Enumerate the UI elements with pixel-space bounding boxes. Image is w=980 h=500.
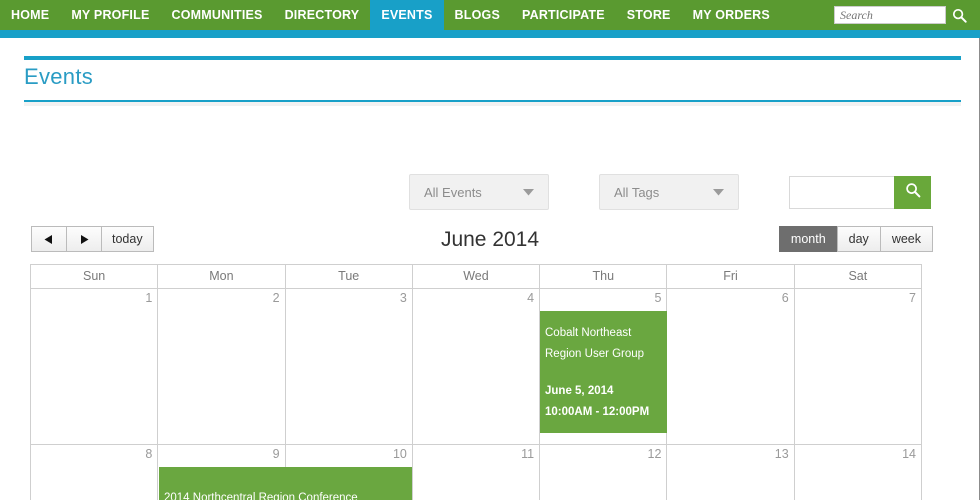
- top-navigation-bar: HOME MY PROFILE COMMUNITIES DIRECTORY EV…: [0, 0, 980, 30]
- event-search-button[interactable]: [894, 176, 931, 209]
- calendar-grid: Sun Mon Tue Wed Thu Fri Sat 1 2 3 4 5 6 …: [30, 264, 922, 500]
- day-number: 1: [145, 291, 153, 305]
- weekday-header-wed: Wed: [411, 265, 539, 288]
- weekday-header-thu: Thu: [539, 265, 666, 288]
- event-type-dropdown-label: All Events: [424, 184, 482, 200]
- calendar-event[interactable]: Cobalt Northeast Region User Group June …: [540, 311, 667, 433]
- weekday-header-mon: Mon: [157, 265, 284, 288]
- day-number: 13: [774, 447, 789, 461]
- day-number: 14: [902, 447, 916, 461]
- page-title: Events: [24, 64, 94, 89]
- calendar-day-cell[interactable]: 13: [666, 445, 793, 500]
- global-search: [834, 0, 972, 30]
- calendar-day-cell[interactable]: 8: [31, 445, 157, 500]
- calendar-day-cell[interactable]: 14: [793, 445, 921, 500]
- event-search-input[interactable]: [789, 176, 894, 209]
- event-search: [789, 176, 931, 209]
- calendar-week-row: 8 9 10 11 12 13 14 2014 Northcentral Reg…: [31, 445, 921, 500]
- view-button-month[interactable]: month: [778, 226, 838, 252]
- nav-item-directory[interactable]: DIRECTORY: [274, 0, 371, 30]
- view-button-week[interactable]: week: [879, 226, 933, 252]
- calendar-weekday-header: Sun Mon Tue Wed Thu Fri Sat: [31, 265, 921, 289]
- chevron-down-icon: [713, 188, 738, 196]
- nav-item-events[interactable]: EVENTS: [370, 0, 444, 30]
- day-number: 5: [654, 291, 662, 305]
- tags-dropdown[interactable]: All Tags: [599, 174, 739, 210]
- weekday-header-sat: Sat: [793, 265, 921, 288]
- day-number: 8: [145, 447, 153, 461]
- weekday-header-sun: Sun: [83, 269, 106, 283]
- calendar-day-cell[interactable]: 12: [539, 445, 666, 500]
- weekday-header-fri: Fri: [666, 265, 793, 288]
- nav-item-store[interactable]: STORE: [616, 0, 682, 30]
- calendar-week-row: 1 2 3 4 5 6 7 Cobalt Northeast Region Us…: [31, 289, 921, 445]
- nav-accent-strip: [0, 30, 980, 38]
- nav-item-blogs[interactable]: BLOGS: [444, 0, 511, 30]
- day-number: 3: [399, 291, 407, 305]
- title-rule-top: [24, 56, 961, 60]
- nav-item-communities[interactable]: COMMUNITIES: [160, 0, 273, 30]
- weekday-header-tue: Tue: [284, 265, 412, 288]
- calendar-day-cell[interactable]: 3: [284, 289, 412, 444]
- title-shadow: [24, 102, 961, 106]
- search-icon[interactable]: [946, 4, 972, 26]
- search-icon: [905, 182, 921, 203]
- day-number: 2: [272, 291, 280, 305]
- event-type-dropdown[interactable]: All Events: [409, 174, 549, 210]
- view-button-day[interactable]: day: [836, 226, 881, 252]
- calendar-event-time: June 5, 2014 10:00AM - 12:00PM: [545, 385, 650, 418]
- day-number: 12: [647, 447, 662, 461]
- calendar-day-cell[interactable]: 1: [31, 289, 157, 444]
- day-number: 9: [272, 447, 280, 461]
- calendar-day-cell[interactable]: 6: [666, 289, 793, 444]
- calendar-day-cell[interactable]: 2: [157, 289, 284, 444]
- calendar-view-switcher: month day week: [778, 226, 933, 252]
- day-number: 6: [781, 291, 789, 305]
- calendar-event-title: Cobalt Northeast Region User Group: [545, 327, 645, 360]
- tags-dropdown-label: All Tags: [614, 184, 660, 200]
- day-number: 7: [909, 291, 916, 305]
- day-number: 4: [527, 291, 535, 305]
- nav-item-my-orders[interactable]: MY ORDERS: [682, 0, 781, 30]
- nav-item-participate[interactable]: PARTICIPATE: [511, 0, 616, 30]
- calendar-event-title: 2014 Northcentral Region Conference: [164, 491, 358, 500]
- calendar-day-cell[interactable]: 11: [411, 445, 539, 500]
- nav-item-home[interactable]: HOME: [0, 0, 60, 30]
- chevron-down-icon: [523, 188, 548, 196]
- global-search-input[interactable]: [834, 6, 946, 24]
- calendar-event[interactable]: 2014 Northcentral Region Conference: [159, 467, 412, 500]
- calendar-day-cell[interactable]: 7: [793, 289, 921, 444]
- day-number: 10: [392, 447, 407, 461]
- nav-item-my-profile[interactable]: MY PROFILE: [60, 0, 160, 30]
- calendar-day-cell[interactable]: 4: [411, 289, 539, 444]
- page-container: Events All Events All Tags today June 20…: [0, 38, 980, 500]
- day-number: 11: [521, 447, 535, 461]
